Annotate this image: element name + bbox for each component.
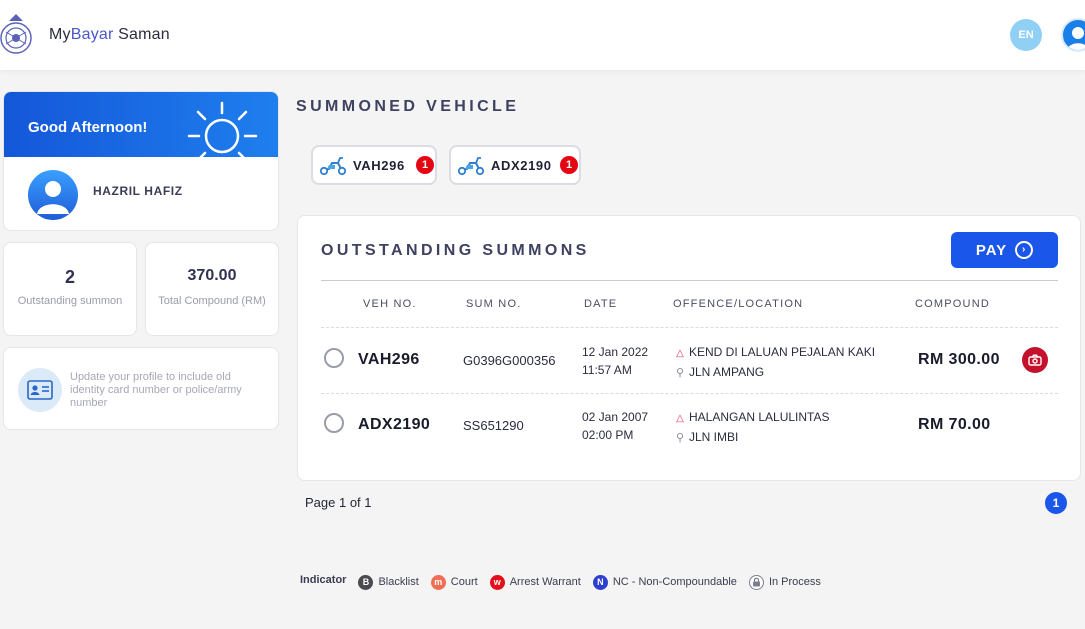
legend-label: Court: [450, 576, 478, 588]
greeting-card: Good Afternoon! HAZRIL HAFIZ: [3, 91, 279, 231]
row-sum-no: G0396G000356: [463, 353, 556, 368]
legend-label: NC - Non-Compoundable: [612, 576, 737, 588]
user-icon: [1067, 27, 1085, 50]
vehicle-chip-adx2190[interactable]: ADX2190 1: [449, 145, 581, 185]
pay-label: PAY: [975, 241, 1008, 259]
row-divider: [321, 393, 1058, 394]
police-crest-logo[interactable]: [0, 12, 36, 58]
warning-icon: △: [676, 413, 684, 424]
pagination-info: Page 1 of 1: [305, 495, 372, 510]
row-date: 02 Jan 2007 02:00 PM: [582, 408, 648, 444]
row-location: JLN IMBI: [689, 430, 739, 444]
blacklist-icon: B: [358, 574, 374, 590]
column-header-compound: COMPOUND: [915, 298, 990, 310]
pay-button[interactable]: PAY ›: [951, 232, 1058, 268]
vehicle-plate: VAH296: [353, 158, 405, 173]
language-toggle[interactable]: EN: [1010, 19, 1042, 51]
location-pin-icon: ⚲: [675, 367, 685, 379]
legend-in-process: In Process: [748, 574, 821, 590]
stat-value: 2: [64, 267, 75, 287]
stat-value: 370.00: [187, 267, 237, 284]
row-offence-location: △ HALANGAN LALULINTAS ⚲ JLN IMBI: [674, 408, 830, 447]
legend-label: In Process: [768, 576, 821, 588]
row-veh-no: ADX2190: [358, 416, 431, 433]
page-number-button[interactable]: 1: [1045, 492, 1067, 514]
top-header: MyBayar Saman EN: [0, 0, 1085, 70]
person-icon: [37, 181, 69, 214]
location-pin-icon: ⚲: [675, 432, 685, 444]
app-brand[interactable]: MyBayar Saman: [49, 26, 170, 44]
row-compound: RM 300.00: [918, 351, 1000, 368]
select-summon-radio[interactable]: [324, 413, 344, 433]
user-name: HAZRIL HAFIZ: [93, 184, 183, 198]
stat-label: Outstanding summon: [17, 295, 123, 307]
indicator-title: Indicator: [300, 574, 347, 586]
user-avatar: [28, 170, 78, 220]
total-compound-stat: 370.00 Total Compound (RM): [145, 242, 279, 336]
stat-label: Total Compound (RM): [158, 295, 266, 307]
column-header-veh-no: VEH NO.: [363, 298, 417, 310]
outstanding-summons-panel: OUTSTANDING SUMMONS PAY › VEH NO. SUM NO…: [297, 215, 1081, 481]
greeting-text: Good Afternoon!: [28, 119, 148, 136]
row-offence: HALANGAN LALULINTAS: [689, 410, 830, 424]
legend-court: m Court: [430, 574, 478, 590]
row-date-day: 02 Jan 2007: [582, 410, 649, 424]
row-date-day: 12 Jan 2022: [582, 345, 649, 359]
column-header-offence-location: OFFENCE/LOCATION: [673, 298, 804, 310]
id-card-icon: [18, 368, 62, 412]
sun-icon: [187, 101, 258, 158]
legend-arrest-warrant: w Arrest Warrant: [489, 574, 581, 590]
chevron-right-icon: ›: [1015, 241, 1034, 259]
row-veh-no: VAH296: [358, 351, 420, 368]
row-sum-no: SS651290: [463, 418, 524, 433]
scooter-icon: [457, 157, 485, 176]
lock-icon: [748, 574, 764, 590]
outstanding-summons-title: OUTSTANDING SUMMONS: [321, 242, 590, 259]
legend-label: Arrest Warrant: [509, 576, 581, 588]
camera-icon: [1028, 354, 1042, 366]
court-icon: m: [430, 574, 446, 590]
non-compoundable-icon: N: [592, 574, 608, 590]
column-header-sum-no: SUM NO.: [466, 298, 522, 310]
legend-blacklist: B Blacklist: [358, 574, 419, 590]
summon-count-badge: 1: [560, 156, 578, 174]
summon-count-badge: 1: [416, 156, 434, 174]
greeting-banner: Good Afternoon!: [4, 92, 278, 158]
header-divider: [321, 280, 1058, 281]
row-offence: KEND DI LALUAN PEJALAN KAKI: [689, 345, 876, 359]
legend-non-compoundable: N NC - Non-Compoundable: [592, 574, 737, 590]
scooter-icon: [319, 157, 347, 176]
user-menu-avatar[interactable]: [1061, 18, 1085, 52]
row-compound: RM 70.00: [918, 416, 991, 433]
vehicle-chip-vah296[interactable]: VAH296 1: [311, 145, 437, 185]
camera-photo-button[interactable]: [1022, 347, 1048, 373]
vehicle-plate: ADX2190: [491, 158, 552, 173]
legend-label: Blacklist: [378, 576, 419, 588]
row-offence-location: △ KEND DI LALUAN PEJALAN KAKI ⚲ JLN AMPANG: [674, 343, 875, 382]
select-summon-radio[interactable]: [324, 348, 344, 368]
row-date-time: 11:57 AM: [582, 363, 632, 377]
indicator-legend: Indicator B Blacklist m Court w Arrest W…: [300, 572, 833, 592]
brand-accent: Bayar: [70, 26, 114, 43]
outstanding-summon-stat: 2 Outstanding summon: [3, 242, 137, 336]
row-date: 12 Jan 2022 11:57 AM: [582, 343, 648, 379]
warning-icon: △: [676, 348, 684, 359]
profile-update-notice[interactable]: Update your profile to include old ident…: [3, 347, 279, 430]
row-location: JLN AMPANG: [689, 365, 765, 379]
brand-suffix: Saman: [113, 26, 170, 43]
row-divider: [321, 327, 1058, 328]
row-date-time: 02:00 PM: [582, 428, 634, 442]
brand-prefix: My: [49, 26, 71, 43]
arrest-warrant-icon: w: [489, 574, 505, 590]
column-header-date: DATE: [584, 298, 618, 310]
summoned-vehicle-title: SUMMONED VEHICLE: [296, 98, 520, 115]
profile-notice-text: Update your profile to include old ident…: [70, 371, 242, 409]
